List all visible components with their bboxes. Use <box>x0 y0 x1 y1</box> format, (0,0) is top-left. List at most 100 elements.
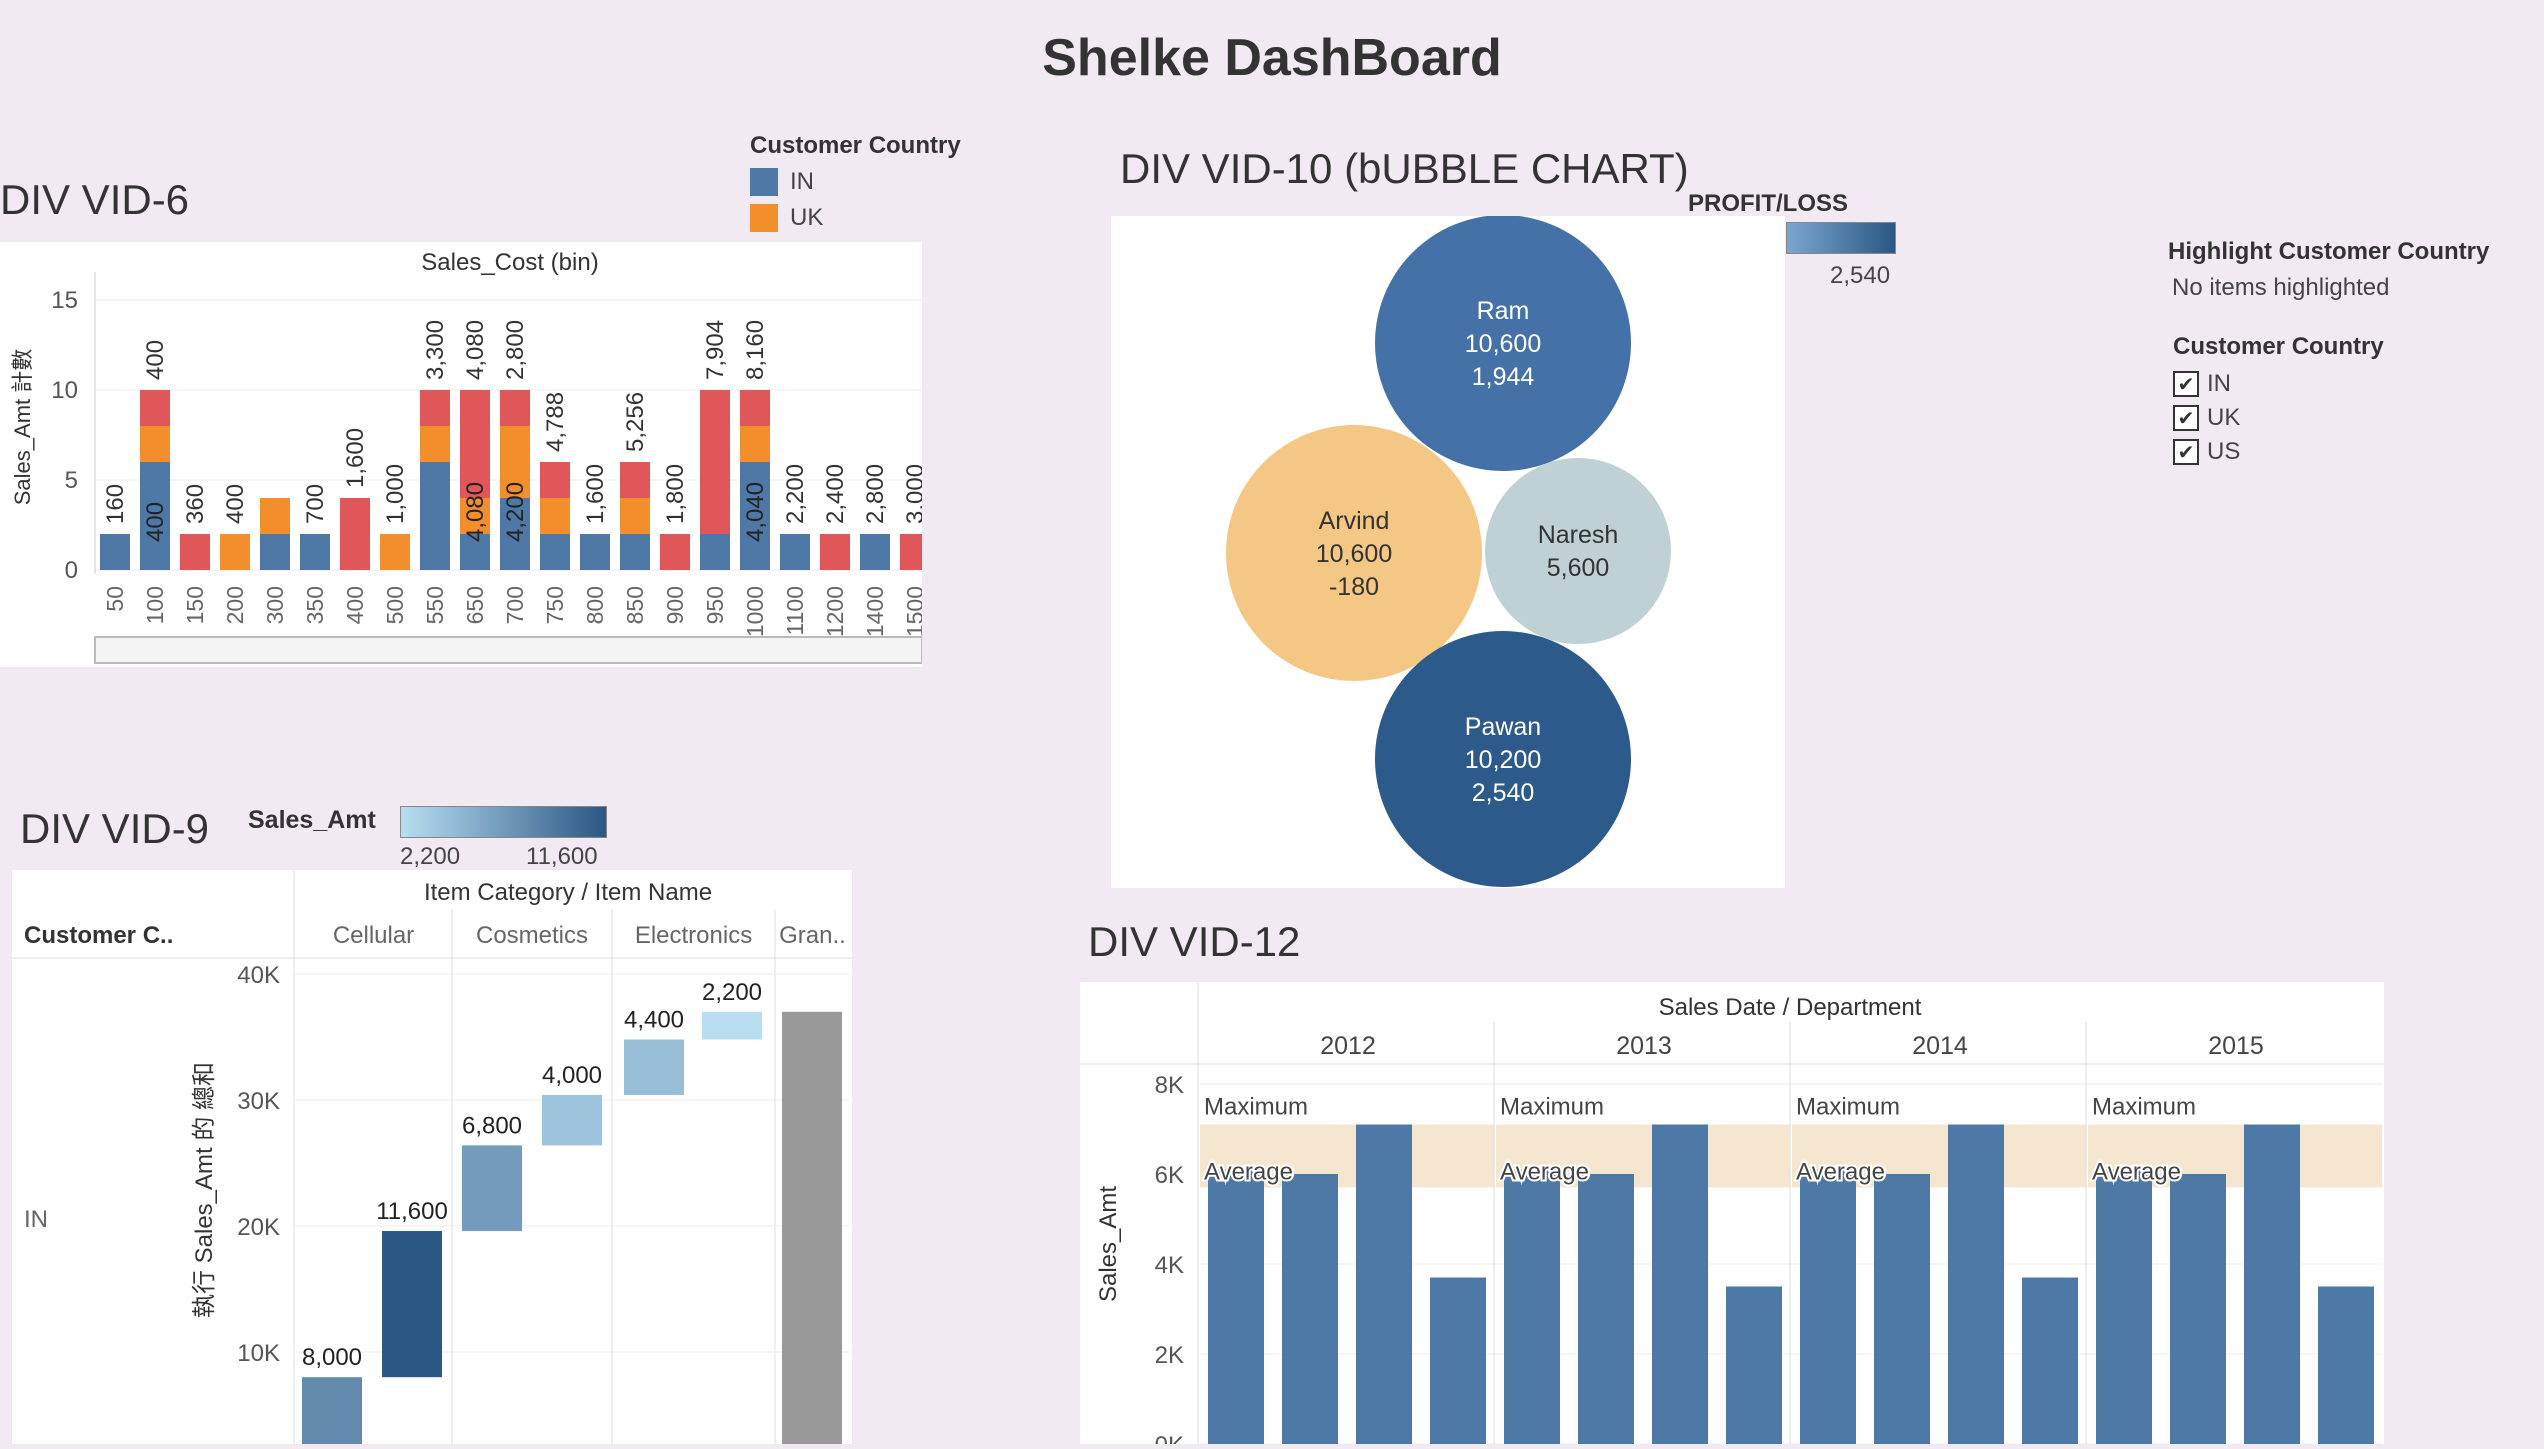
vid6-x-tick: 300 <box>262 586 288 624</box>
vid9-group-header: Cosmetics <box>476 922 588 949</box>
vid6-title: DIV VID-6 <box>0 176 190 223</box>
vid6-x-tick: 950 <box>702 586 728 624</box>
highlight-text[interactable]: No items highlighted <box>2172 274 2489 302</box>
vid12-bar <box>2170 1174 2226 1444</box>
bubble-label: 2,540 <box>1472 779 1535 807</box>
vid9-data-label: 6,800 <box>462 1112 522 1139</box>
vid12-ref-label-average: Average <box>1500 1159 1589 1186</box>
vid6-bar-segment <box>500 390 530 426</box>
legend-item-in[interactable]: IN <box>750 168 961 196</box>
checkbox-uk[interactable]: ✔ <box>2173 405 2199 431</box>
vid12-bar <box>1800 1169 1856 1444</box>
vid9-data-label: 4,400 <box>624 1007 684 1034</box>
vid6-data-label: 8,160 <box>742 320 769 380</box>
vid6-x-tick: 900 <box>662 586 688 624</box>
vid6-x-tick: 50 <box>102 586 128 612</box>
vid12-year-header: 2015 <box>2208 1032 2264 1060</box>
profit-gradient[interactable] <box>1786 222 1896 254</box>
vid6-bar-segment <box>540 534 570 570</box>
vid6-data-label: 2,200 <box>782 464 809 524</box>
bubble-label: Naresh <box>1538 521 1619 549</box>
vid6-y-tick: 0 <box>65 557 78 584</box>
legend-swatch-uk <box>750 204 778 232</box>
vid6-x-tick: 150 <box>182 586 208 624</box>
vid6-bar-segment <box>660 534 690 570</box>
vid12-bar <box>1578 1174 1634 1444</box>
vid6-data-label: 7,904 <box>702 320 729 380</box>
vid6-inner-data-label: 4,040 <box>742 482 769 542</box>
checkbox-us[interactable]: ✔ <box>2173 439 2199 465</box>
vid12-bar <box>1726 1286 1782 1444</box>
bubble-label: Arvind <box>1319 507 1390 535</box>
vid6-data-label: 400 <box>142 340 169 380</box>
vid6-bar-segment <box>700 534 730 570</box>
vid6-bar-segment <box>180 534 210 570</box>
vid6-bar-segment <box>540 462 570 498</box>
vid6-x-tick: 1200 <box>822 586 848 637</box>
highlight-panel[interactable]: Highlight Customer Country No items high… <box>2168 238 2489 302</box>
vid6-x-tick: 1100 <box>782 586 808 635</box>
vid6-y-tick: 10 <box>51 377 78 404</box>
vid9-panel: Item Category / Item Name Customer C.. IN 執… <box>12 870 852 1449</box>
vid10-title: DIV VID-10 (bUBBLE CHART) <box>1120 145 1689 192</box>
highlight-title: Highlight Customer Country <box>2168 238 2490 265</box>
vid9-data-label: 2,200 <box>702 979 762 1006</box>
vid6-bar-segment <box>620 462 650 498</box>
vid6-bar-segment <box>260 498 290 534</box>
legend-item-uk[interactable]: UK <box>750 204 961 232</box>
vid6-chart-title: Sales_Cost (bin) <box>421 249 598 276</box>
vid6-bar-segment <box>740 426 770 462</box>
vid9-data-label: 11,600 <box>376 1198 448 1225</box>
vid12-ref-label-average: Average <box>1796 1159 1885 1186</box>
sales-amt-gradient[interactable] <box>400 806 607 838</box>
vid12-bar <box>1874 1174 1930 1444</box>
vid12-chart: Sales Date / Department Sales_Amt 8K 6K 4K 2K… <box>1080 982 2384 1449</box>
vid9-row-label: IN <box>24 1206 48 1233</box>
checkbox-in[interactable]: ✔ <box>2173 371 2199 397</box>
vid9-group-header: Cellular <box>333 922 414 949</box>
vid6-y-tick: 5 <box>65 467 78 494</box>
bubble-label: 10,600 <box>1316 540 1392 568</box>
profit-value-label: 2,540 <box>1830 262 1891 289</box>
vid9-y-tick: 20K <box>237 1214 280 1241</box>
vid6-bar-segment <box>820 534 850 570</box>
vid10-chart: Ram 10,600 1,944 Arvind 10,600 -180 Naresh 5,60… <box>1226 215 1671 887</box>
vid6-panel: Sales_Cost (bin) Sales_Amt 計數 0 5 10 15 160 50 4… <box>0 242 930 667</box>
vid6-bar-segment <box>140 390 170 426</box>
vid6-bar-segment <box>740 390 770 426</box>
vid6-bar-segment <box>700 390 730 534</box>
vid12-ref-label-average: Average <box>2092 1159 2181 1186</box>
vid9-waterfall-bar <box>782 1011 842 1449</box>
vid9-y-tick: 10K <box>237 1340 280 1367</box>
vid9-group-header: Gran.. <box>779 922 846 949</box>
vid9-chart: Item Category / Item Name Customer C.. IN 執… <box>12 870 852 1449</box>
vid6-x-tick: 1000 <box>742 586 768 637</box>
vid6-x-tick: 1400 <box>862 586 888 637</box>
vid9-title: DIV VID-9 <box>20 805 210 852</box>
country-filter[interactable]: Customer Country ✔ IN ✔ UK ✔ US <box>2173 333 2384 469</box>
vid9-column-header: Item Category / Item Name <box>424 879 712 906</box>
country-color-legend[interactable]: Customer Country IN UK <box>750 132 961 232</box>
filter-option-us[interactable]: ✔ US <box>2173 435 2384 469</box>
vid9-waterfall-bar <box>382 1231 442 1378</box>
vid6-data-label: 2,800 <box>862 464 889 524</box>
vid6-data-label: 3,000 <box>902 464 922 524</box>
vid6-bar-segment <box>100 534 130 570</box>
vid6-chart: Sales_Cost (bin) Sales_Amt 計數 0 5 10 15 160 50 4… <box>10 249 930 664</box>
vid6-data-label: 1,800 <box>662 464 689 524</box>
vid6-inner-data-label: 400 <box>142 502 169 542</box>
filter-option-uk[interactable]: ✔ UK <box>2173 401 2384 435</box>
vid6-x-tick: 400 <box>342 586 368 624</box>
vid12-bar <box>2096 1169 2152 1444</box>
vid9-row-header: Customer C.. <box>24 922 173 949</box>
vid6-data-label: 2,400 <box>822 464 849 524</box>
vid6-data-label: 1,600 <box>582 464 609 524</box>
vid12-bar <box>1504 1169 1560 1444</box>
vid6-bar-segment <box>380 534 410 570</box>
filter-label-uk: UK <box>2207 404 2241 431</box>
vid6-bar-segment <box>580 534 610 570</box>
vid6-bar-segment <box>420 390 450 426</box>
vid12-ref-label-average: Average <box>1204 1159 1293 1186</box>
filter-option-in[interactable]: ✔ IN <box>2173 367 2384 401</box>
vid12-ref-label-maximum: Maximum <box>1204 1094 1308 1121</box>
